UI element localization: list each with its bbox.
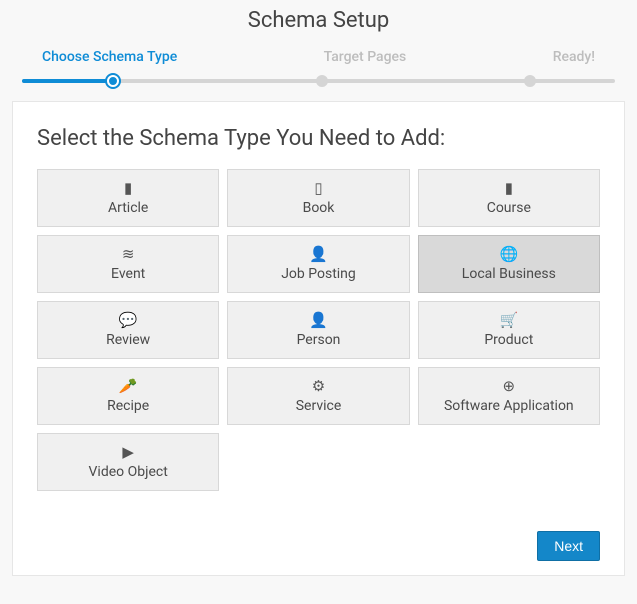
- schema-tile-local-business[interactable]: 🌐 Local Business: [418, 235, 600, 293]
- stepper-track-fill: [22, 79, 117, 83]
- progress-stepper: Choose Schema Type Target Pages Ready!: [12, 49, 625, 95]
- schema-tile-label: Recipe: [107, 398, 149, 414]
- schema-tile-event[interactable]: ≋ Event: [37, 235, 219, 293]
- schema-tile-label: Article: [108, 200, 148, 216]
- step-dot-2: [316, 75, 328, 87]
- step-dot-1: [107, 75, 119, 87]
- course-icon: ▮: [505, 181, 513, 196]
- software-icon: ⊕: [503, 379, 516, 394]
- schema-tile-article[interactable]: ▮ Article: [37, 169, 219, 227]
- schema-tile-job-posting[interactable]: 👤 Job Posting: [227, 235, 409, 293]
- schema-tile-software-application[interactable]: ⊕ Software Application: [418, 367, 600, 425]
- schema-setup-wizard: Schema Setup Choose Schema Type Target P…: [0, 0, 637, 588]
- job-icon: 👤: [309, 247, 328, 262]
- schema-tile-label: Video Object: [89, 464, 168, 480]
- schema-tile-label: Service: [296, 398, 342, 414]
- recipe-icon: 🥕: [119, 379, 138, 394]
- review-icon: 💬: [119, 313, 138, 328]
- step-target-pages: Target Pages: [324, 49, 407, 65]
- schema-tile-service[interactable]: ⚙ Service: [227, 367, 409, 425]
- step-choose-type[interactable]: Choose Schema Type: [42, 49, 177, 65]
- page-title: Schema Setup: [12, 8, 625, 33]
- schema-tile-product[interactable]: 🛒 Product: [418, 301, 600, 359]
- schema-tile-label: Course: [487, 200, 531, 216]
- schema-tile-video-object[interactable]: ▶ Video Object: [37, 433, 219, 491]
- schema-tile-book[interactable]: ▯ Book: [227, 169, 409, 227]
- schema-tile-label: Software Application: [444, 398, 574, 414]
- event-icon: ≋: [122, 247, 135, 262]
- step-dot-3: [524, 75, 536, 87]
- schema-tile-label: Review: [106, 332, 150, 348]
- schema-tile-label: Person: [297, 332, 341, 348]
- file-icon: ▮: [124, 181, 132, 196]
- step-ready: Ready!: [553, 49, 595, 65]
- service-icon: ⚙: [312, 379, 325, 394]
- next-button[interactable]: Next: [537, 531, 600, 561]
- schema-tile-label: Product: [484, 332, 533, 348]
- schema-tile-review[interactable]: 💬 Review: [37, 301, 219, 359]
- person-icon: 👤: [309, 313, 328, 328]
- schema-tile-label: Job Posting: [281, 266, 356, 282]
- schema-tile-label: Local Business: [462, 266, 556, 282]
- schema-selection-panel: Select the Schema Type You Need to Add: …: [12, 101, 625, 576]
- panel-heading: Select the Schema Type You Need to Add:: [37, 126, 600, 151]
- wizard-footer: Next: [37, 531, 600, 561]
- schema-tile-course[interactable]: ▮ Course: [418, 169, 600, 227]
- product-icon: 🛒: [499, 313, 518, 328]
- schema-tile-label: Book: [303, 200, 335, 216]
- book-icon: ▯: [314, 181, 322, 196]
- schema-tile-label: Event: [111, 266, 145, 282]
- globe-icon: 🌐: [499, 247, 518, 262]
- video-icon: ▶: [122, 445, 134, 460]
- schema-tile-recipe[interactable]: 🥕 Recipe: [37, 367, 219, 425]
- schema-tile-person[interactable]: 👤 Person: [227, 301, 409, 359]
- schema-tile-grid: ▮ Article ▯ Book ▮ Course ≋ Event 👤 Job Posting 🌐 L…: [37, 169, 600, 491]
